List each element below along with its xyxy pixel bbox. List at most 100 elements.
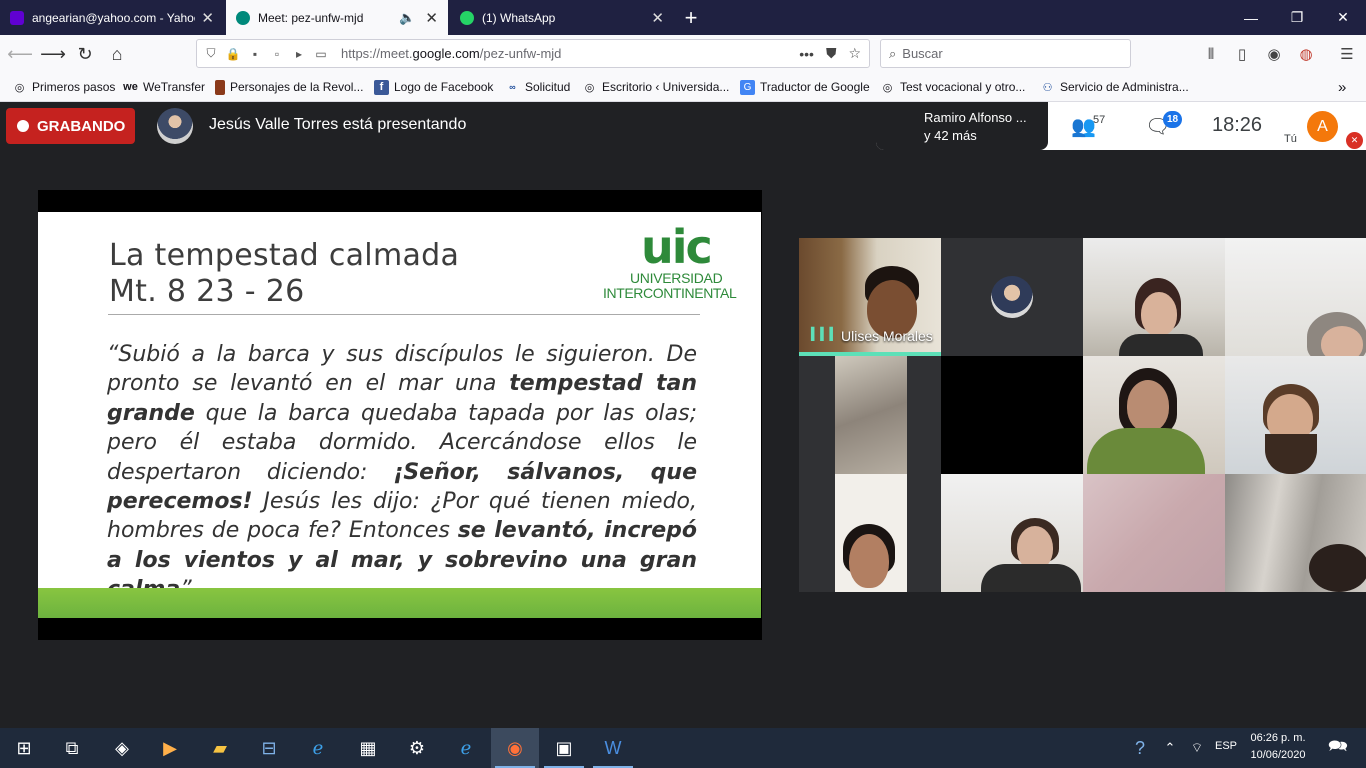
chevron-up-icon[interactable]: ⌃ bbox=[1158, 728, 1182, 768]
bookmark-item[interactable]: ◎ Test vocacional y otro... bbox=[880, 72, 1026, 102]
language-indicator[interactable]: ESP bbox=[1215, 740, 1237, 752]
tab-whatsapp[interactable]: (1) WhatsApp ✕ bbox=[450, 0, 674, 35]
back-button[interactable]: ⟵ bbox=[5, 39, 35, 69]
restore-button[interactable]: ❐ bbox=[1274, 0, 1320, 35]
participant-grid: ▍▍▍ Ulises Morales bbox=[799, 238, 1366, 592]
participant-hair bbox=[1309, 544, 1366, 592]
mic-off-icon: ✕ bbox=[1346, 132, 1363, 149]
minimize-button[interactable]: — bbox=[1228, 0, 1274, 35]
store-icon[interactable]: ⊟ bbox=[245, 728, 293, 768]
calculator-icon[interactable]: ▦ bbox=[344, 728, 392, 768]
wifi-icon[interactable]: ⌔ bbox=[1184, 728, 1210, 768]
close-window-button[interactable]: ✕ bbox=[1320, 0, 1366, 35]
pocket-icon[interactable]: ⛊ bbox=[826, 45, 837, 62]
firefox-icon[interactable]: ◉ bbox=[491, 728, 539, 768]
participant-tile[interactable] bbox=[799, 474, 941, 592]
forward-button[interactable]: ⟶ bbox=[38, 39, 68, 69]
windows-start-icon[interactable]: ⊞ bbox=[0, 728, 48, 768]
bookmark-item[interactable]: ◎ Primeros pasos bbox=[12, 72, 116, 102]
word-icon[interactable]: W bbox=[589, 728, 637, 768]
close-icon[interactable]: ✕ bbox=[201, 9, 214, 27]
participant-tile[interactable] bbox=[799, 356, 941, 474]
bookmark-item[interactable]: ∞ Solicitud bbox=[505, 72, 570, 102]
search-input[interactable]: ⌕ Buscar bbox=[880, 39, 1131, 68]
edge-icon[interactable]: ℯ bbox=[442, 728, 490, 768]
more-bookmarks-button[interactable]: » bbox=[1338, 72, 1346, 102]
settings-gear-icon[interactable]: ⚙ bbox=[393, 728, 441, 768]
photos-icon[interactable]: ▣ bbox=[540, 728, 588, 768]
people-icon: ⚇ bbox=[1042, 81, 1053, 94]
bookmark-item[interactable]: we WeTransfer bbox=[123, 72, 205, 102]
bookmark-label: Traductor de Google bbox=[760, 80, 870, 94]
tray-date[interactable]: 10/06/2020 bbox=[1248, 749, 1308, 761]
participant-tile[interactable] bbox=[1225, 474, 1366, 592]
account-icon[interactable]: ◉ bbox=[1262, 42, 1286, 66]
slide-subtitle: Mt. 8 23 - 26 bbox=[109, 274, 305, 309]
bookmark-star-icon[interactable]: ☆ bbox=[848, 45, 861, 62]
sidebar-icon[interactable]: ▯ bbox=[1230, 42, 1254, 66]
recording-label: GRABANDO bbox=[37, 117, 126, 135]
menu-icon[interactable]: ☰ bbox=[1335, 42, 1359, 66]
media-player-icon[interactable]: ▶ bbox=[146, 728, 194, 768]
file-explorer-icon[interactable]: ▰ bbox=[196, 728, 244, 768]
internet-explorer-icon[interactable]: ℯ bbox=[294, 728, 342, 768]
speaker-icon[interactable]: 🔈 bbox=[399, 10, 415, 26]
meet-icon bbox=[236, 10, 250, 25]
home-button[interactable]: ⌂ bbox=[102, 39, 132, 69]
bookmark-label: WeTransfer bbox=[143, 80, 206, 94]
participant-beard bbox=[1265, 434, 1317, 474]
camera-blocked-icon[interactable]: ▪ bbox=[247, 46, 263, 62]
library-icon[interactable]: ⫴ bbox=[1199, 42, 1223, 66]
solicitud-icon: ∞ bbox=[509, 82, 516, 92]
bookmark-item[interactable]: f Logo de Facebook bbox=[374, 72, 493, 102]
address-bar[interactable]: ⛉ 🔒 ▪ ▫ ▸ ▭ https://meet.google.com/pez-… bbox=[196, 39, 870, 68]
close-icon[interactable]: ✕ bbox=[425, 9, 438, 27]
participant-tile-speaking[interactable]: ▍▍▍ Ulises Morales bbox=[799, 238, 941, 356]
bookmark-item[interactable]: G Traductor de Google bbox=[740, 72, 870, 102]
app-icon[interactable]: ◈ bbox=[98, 728, 146, 768]
shield-icon[interactable]: ⛉ bbox=[203, 46, 219, 62]
participant-tile-avatar[interactable] bbox=[941, 238, 1083, 356]
participant-face bbox=[1141, 292, 1177, 336]
url-path: /pez-unfw-mjd bbox=[479, 46, 562, 61]
slide-body-text: “Subió a la barca y sus discípulos le si… bbox=[107, 340, 697, 605]
lock-icon[interactable]: 🔒 bbox=[225, 46, 241, 62]
help-icon[interactable]: ? bbox=[1120, 728, 1160, 768]
bookmark-item[interactable]: ◎ Escritorio ‹ Universida... bbox=[582, 72, 730, 102]
bookmark-item[interactable]: Personajes de la Revol... bbox=[215, 72, 363, 102]
reload-button[interactable]: ↻ bbox=[70, 39, 100, 69]
new-tab-button[interactable]: + bbox=[678, 0, 704, 35]
close-icon[interactable]: ✕ bbox=[651, 9, 664, 27]
url-text: https://meet.google.com/pez-unfw-mjd bbox=[341, 46, 561, 61]
google-translate-icon: G bbox=[740, 79, 755, 95]
tab-meet[interactable]: Meet: pez-unfw-mjd 🔈 ✕ bbox=[226, 0, 448, 35]
participant-tile[interactable] bbox=[1083, 474, 1225, 592]
page-actions-icon[interactable]: ••• bbox=[799, 46, 814, 62]
participant-tile[interactable] bbox=[1083, 356, 1225, 474]
participant-tile[interactable] bbox=[941, 474, 1083, 592]
navigation-toolbar: ⟵ ⟶ ↻ ⌂ ⛉ 🔒 ▪ ▫ ▸ ▭ https://meet.google.… bbox=[0, 35, 1366, 72]
notification-icon[interactable]: ▭ bbox=[313, 46, 329, 62]
notifications-icon[interactable]: 🗪 bbox=[1318, 728, 1358, 768]
tray-time[interactable]: 06:26 p. m. bbox=[1248, 732, 1308, 744]
participant-tile[interactable] bbox=[1225, 238, 1366, 356]
extension-icon[interactable]: ◍ bbox=[1294, 42, 1318, 66]
facebook-icon: f bbox=[374, 79, 389, 95]
bookmark-item[interactable]: ⚇ Servicio de Administra... bbox=[1040, 72, 1189, 102]
participant-tile[interactable] bbox=[1225, 356, 1366, 474]
self-avatar[interactable]: A bbox=[1307, 111, 1338, 142]
mic-blocked-icon[interactable]: ▫ bbox=[269, 46, 285, 62]
participant-tile[interactable] bbox=[1083, 238, 1225, 356]
book-icon bbox=[215, 79, 225, 95]
tab-title: angearian@yahoo.com - Yahoo bbox=[32, 10, 196, 25]
bookmark-label: Logo de Facebook bbox=[394, 80, 494, 94]
tab-yahoo-mail[interactable]: angearian@yahoo.com - Yahoo ✕ bbox=[0, 0, 224, 35]
participant-face bbox=[1321, 326, 1363, 356]
task-view-icon[interactable]: ⧉ bbox=[48, 728, 96, 768]
bookmarks-toolbar: ◎ Primeros pasos we WeTransfer Personajes … bbox=[0, 72, 1366, 102]
participant-tile-video-off[interactable] bbox=[941, 356, 1083, 474]
participant-name: Ulises Morales bbox=[841, 328, 933, 344]
self-label: Tú bbox=[1284, 133, 1297, 145]
autoplay-icon[interactable]: ▸ bbox=[291, 46, 307, 62]
presentation-slide: La tempestad calmada Mt. 8 23 - 26 uic U… bbox=[38, 212, 761, 602]
